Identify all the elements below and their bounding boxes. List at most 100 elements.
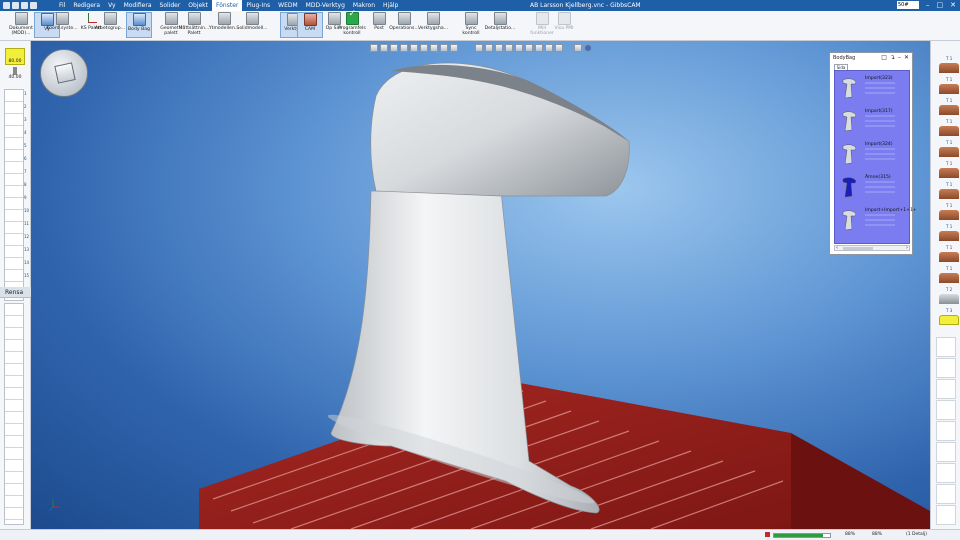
tool-slot[interactable]: [5, 316, 23, 328]
fullscreen-icon[interactable]: [574, 44, 582, 52]
wireframe-icon[interactable]: [485, 44, 493, 52]
tool-slot[interactable]: [5, 436, 23, 448]
ribbon-koordsys-button[interactable]: Koord.syste...: [46, 12, 78, 38]
tool-slot[interactable]: [5, 210, 23, 222]
tool-slot[interactable]: [5, 162, 23, 174]
tool-slot[interactable]: [5, 126, 23, 138]
tool-slot[interactable]: [5, 508, 23, 520]
3d-viewport[interactable]: [31, 41, 930, 529]
tool-slot[interactable]: [5, 388, 23, 400]
tool-slot[interactable]: [5, 412, 23, 424]
menu-fil[interactable]: Fil: [55, 0, 69, 11]
bodybag-scroll-thumb[interactable]: [843, 247, 873, 250]
tool-slot[interactable]: [5, 246, 23, 258]
tool-slot[interactable]: [5, 258, 23, 270]
tool-list-empty-slot[interactable]: [936, 505, 956, 525]
menu-wedm[interactable]: WEDM: [274, 0, 302, 11]
tool-slot[interactable]: [5, 102, 23, 114]
zoom-fit-icon[interactable]: [430, 44, 438, 52]
tool-slot[interactable]: [5, 150, 23, 162]
menu-mdd-verktyg[interactable]: MDD-Verktyg: [302, 0, 349, 11]
ribbon-sync-kontroll-button[interactable]: Sync kontroll: [458, 12, 484, 38]
ribbon-operations-button[interactable]: Operations...: [389, 12, 419, 38]
tool-list-empty-slot[interactable]: [936, 463, 956, 483]
render-options-icon[interactable]: [535, 44, 543, 52]
tool-list-item[interactable]: T 3: [934, 308, 960, 328]
tool-list-item[interactable]: T 1: [934, 56, 960, 76]
tool-slot-1[interactable]: 80.00: [5, 48, 25, 65]
ribbon-arbetsgrup-button[interactable]: Arbetsgrup...: [95, 12, 125, 38]
tool-slot-list-lower[interactable]: [4, 303, 24, 525]
bodybag-item[interactable]: Import+Import+1+1+: [835, 205, 917, 235]
bodybag-item[interactable]: Ämne(315): [835, 172, 911, 202]
tool-slot-list-upper[interactable]: [4, 89, 24, 301]
tool-list-item[interactable]: T 1: [934, 77, 960, 97]
tool-slot[interactable]: [5, 270, 23, 282]
app-logo-icon[interactable]: [3, 2, 10, 9]
tool-slot[interactable]: [5, 90, 23, 102]
section-icon[interactable]: [515, 44, 523, 52]
rensa-tab[interactable]: Rensa: [0, 287, 31, 298]
rotate-icon[interactable]: [440, 44, 448, 52]
ribbon-ytmodellen-button[interactable]: Ytmodellen...: [209, 12, 239, 38]
menu-redigera[interactable]: Redigera: [69, 0, 104, 11]
minimize-button[interactable]: –: [926, 0, 930, 11]
tool-slot[interactable]: [5, 496, 23, 508]
ribbon-verktygsha-button[interactable]: Verktygsha...: [418, 12, 448, 38]
display-icon[interactable]: [545, 44, 553, 52]
maximize-button[interactable]: □: [937, 0, 944, 11]
tool-slot[interactable]: [5, 424, 23, 436]
tool-slot[interactable]: [5, 222, 23, 234]
ribbon-programfel-button[interactable]: Programfels kontroll: [338, 12, 366, 38]
menu-modifiera[interactable]: Modifiera: [120, 0, 156, 11]
menu-hj-lp[interactable]: Hjälp: [379, 0, 402, 11]
light-icon[interactable]: [525, 44, 533, 52]
ribbon-post-button[interactable]: Post: [366, 12, 392, 38]
ribbon-body-bag-button[interactable]: Body Bag: [126, 12, 152, 38]
ribbon-mattsattn-button[interactable]: Måttsättnin... Palett: [179, 12, 209, 38]
view-right-icon[interactable]: [390, 44, 398, 52]
tool-slot[interactable]: [5, 400, 23, 412]
tool-list-item[interactable]: T 1: [934, 161, 960, 181]
tool-list-empty-slot[interactable]: [936, 442, 956, 462]
undo-icon[interactable]: [12, 2, 19, 9]
tool-slot[interactable]: [5, 174, 23, 186]
save-icon[interactable]: [30, 2, 37, 9]
bodybag-item[interactable]: Import(324): [835, 139, 911, 169]
zoom-out-icon[interactable]: [420, 44, 428, 52]
pan-icon[interactable]: [450, 44, 458, 52]
help-icon[interactable]: [584, 44, 592, 52]
menu-objekt[interactable]: Objekt: [184, 0, 212, 11]
tool-slot[interactable]: [5, 352, 23, 364]
ribbon-detaljstatio-button[interactable]: Detaljstatio...: [485, 12, 515, 38]
ribbon-solidmodell-button[interactable]: Solidmodell...: [236, 12, 268, 38]
bodybag-item[interactable]: Import(317): [835, 106, 911, 136]
bodybag-tile-icon[interactable]: □: [881, 53, 887, 63]
tool-slot[interactable]: [5, 198, 23, 210]
shaded-icon[interactable]: [475, 44, 483, 52]
tool-list-item[interactable]: T 1: [934, 140, 960, 160]
tool-list-item[interactable]: T 2: [934, 287, 960, 307]
tool-list-item[interactable]: T 1: [934, 224, 960, 244]
tool-list-item[interactable]: T 1: [934, 98, 960, 118]
tool-slot[interactable]: [5, 234, 23, 246]
view-top-icon[interactable]: [380, 44, 388, 52]
tool-list-item[interactable]: T 1: [934, 119, 960, 139]
bodybag-list[interactable]: Import(323) Import(317) Import(324) Ämne(31…: [834, 70, 917, 244]
zoom-field[interactable]: 50#: [897, 1, 919, 9]
tool-list-item[interactable]: T 1: [934, 266, 960, 286]
bodybag-scrollbar[interactable]: ‹ ›: [834, 245, 910, 251]
menu-f-nster[interactable]: Fönster: [212, 0, 243, 11]
tool-list-empty-slot[interactable]: [936, 484, 956, 504]
view-front-icon[interactable]: [370, 44, 378, 52]
zoom-in-icon[interactable]: [410, 44, 418, 52]
tool-list-empty-slot[interactable]: [936, 400, 956, 420]
tool-slot[interactable]: [5, 304, 23, 316]
tool-list-item[interactable]: T 1: [934, 182, 960, 202]
tool-slot[interactable]: [5, 364, 23, 376]
redo-icon[interactable]: [21, 2, 28, 9]
bodybag-pin-icon[interactable]: ↴: [890, 53, 895, 63]
ribbon-dokument-button[interactable]: Dokument (MDD)...: [8, 12, 34, 38]
scroll-right-icon[interactable]: ›: [906, 245, 908, 251]
view-iso-icon[interactable]: [400, 44, 408, 52]
